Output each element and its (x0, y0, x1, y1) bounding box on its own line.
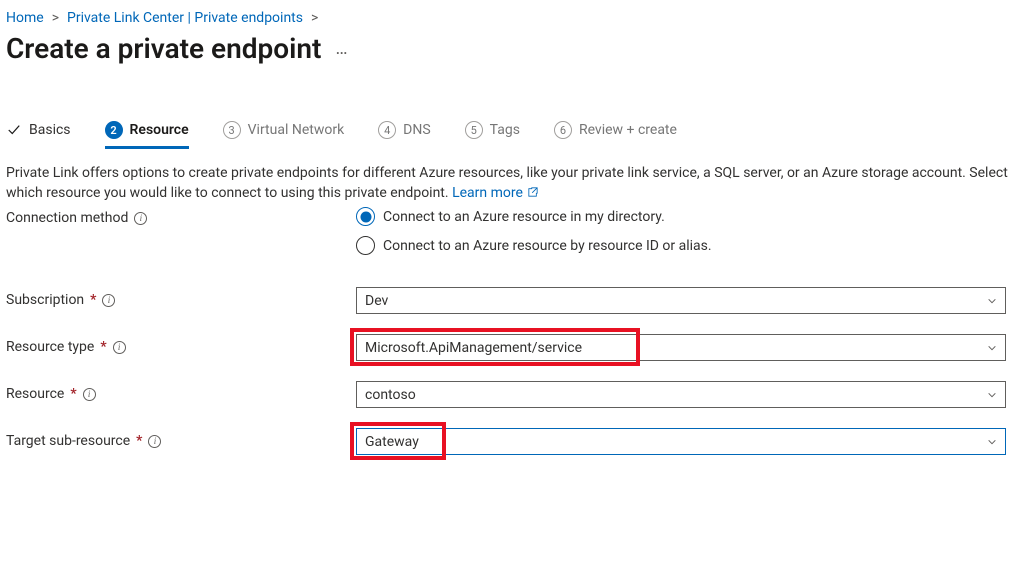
connection-method-row: Connection method i Connect to an Azure … (6, 205, 1015, 255)
select-value: Gateway (365, 434, 419, 450)
chevron-down-icon (987, 390, 997, 400)
tab-label: Review + create (579, 122, 677, 138)
required-indicator: * (136, 433, 142, 449)
page-title: Create a private endpoint (6, 32, 321, 65)
subscription-select[interactable]: Dev (356, 287, 1006, 314)
check-icon (6, 122, 22, 138)
tab-review-create[interactable]: 6 Review + create (554, 115, 677, 149)
connection-method-option-resourceid[interactable]: Connect to an Azure resource by resource… (356, 236, 1006, 255)
more-actions-button[interactable]: … (335, 38, 348, 59)
tab-label: Resource (130, 122, 189, 138)
external-link-icon (528, 187, 538, 197)
connection-method-radio-group: Connect to an Azure resource in my direc… (356, 207, 1006, 255)
step-number-icon: 5 (465, 121, 483, 139)
resource-row: Resource * i contoso (6, 381, 1015, 408)
chevron-down-icon (987, 343, 997, 353)
resource-type-row: Resource type * i Microsoft.ApiManagemen… (6, 334, 1015, 361)
resource-select[interactable]: contoso (356, 381, 1006, 408)
tab-virtual-network[interactable]: 3 Virtual Network (223, 115, 345, 149)
connection-method-option-directory[interactable]: Connect to an Azure resource in my direc… (356, 207, 1006, 226)
step-number-icon: 3 (223, 121, 241, 139)
radio-icon (356, 207, 375, 226)
required-indicator: * (90, 292, 96, 308)
select-value: Microsoft.ApiManagement/service (365, 340, 582, 356)
info-icon[interactable]: i (102, 294, 115, 307)
breadcrumb-private-link-center[interactable]: Private Link Center | Private endpoints (67, 10, 303, 26)
resource-type-select[interactable]: Microsoft.ApiManagement/service (356, 334, 1006, 361)
info-icon[interactable]: i (148, 435, 161, 448)
wizard-tabs: Basics 2 Resource 3 Virtual Network 4 DN… (6, 115, 1015, 150)
target-sub-resource-label: Target sub-resource * i (6, 428, 356, 449)
breadcrumb-home[interactable]: Home (6, 10, 44, 26)
breadcrumb: Home > Private Link Center | Private end… (6, 10, 1015, 26)
learn-more-link[interactable]: Learn more (452, 185, 538, 201)
target-sub-resource-row: Target sub-resource * i Gateway (6, 428, 1015, 455)
page-title-row: Create a private endpoint … (6, 32, 1015, 65)
select-value: contoso (365, 387, 416, 403)
info-icon[interactable]: i (83, 388, 96, 401)
step-number-icon: 4 (378, 121, 396, 139)
tab-label: Tags (490, 122, 520, 138)
tab-tags[interactable]: 5 Tags (465, 115, 520, 149)
tab-label: Virtual Network (248, 122, 345, 138)
breadcrumb-separator: > (311, 10, 318, 26)
radio-label: Connect to an Azure resource by resource… (383, 238, 712, 254)
breadcrumb-separator: > (52, 10, 59, 26)
radio-label: Connect to an Azure resource in my direc… (383, 209, 665, 225)
tab-dns[interactable]: 4 DNS (378, 115, 431, 149)
step-number-icon: 6 (554, 121, 572, 139)
info-icon[interactable]: i (134, 212, 147, 225)
target-sub-resource-select[interactable]: Gateway (356, 428, 1006, 455)
required-indicator: * (70, 386, 76, 402)
radio-icon (356, 236, 375, 255)
step-number-icon: 2 (105, 121, 123, 139)
resource-label: Resource * i (6, 381, 356, 402)
info-icon[interactable]: i (113, 341, 126, 354)
tab-label: Basics (29, 122, 71, 138)
chevron-down-icon (987, 437, 997, 447)
chevron-down-icon (987, 296, 997, 306)
tab-basics[interactable]: Basics (6, 116, 71, 148)
description-text: Private Link offers options to create pr… (6, 164, 1015, 203)
tab-label: DNS (403, 122, 431, 138)
connection-method-label: Connection method i (6, 205, 356, 226)
subscription-label: Subscription * i (6, 287, 356, 308)
resource-type-label: Resource type * i (6, 334, 356, 355)
tab-resource[interactable]: 2 Resource (105, 115, 189, 149)
required-indicator: * (100, 339, 106, 355)
subscription-row: Subscription * i Dev (6, 287, 1015, 314)
select-value: Dev (365, 293, 388, 309)
